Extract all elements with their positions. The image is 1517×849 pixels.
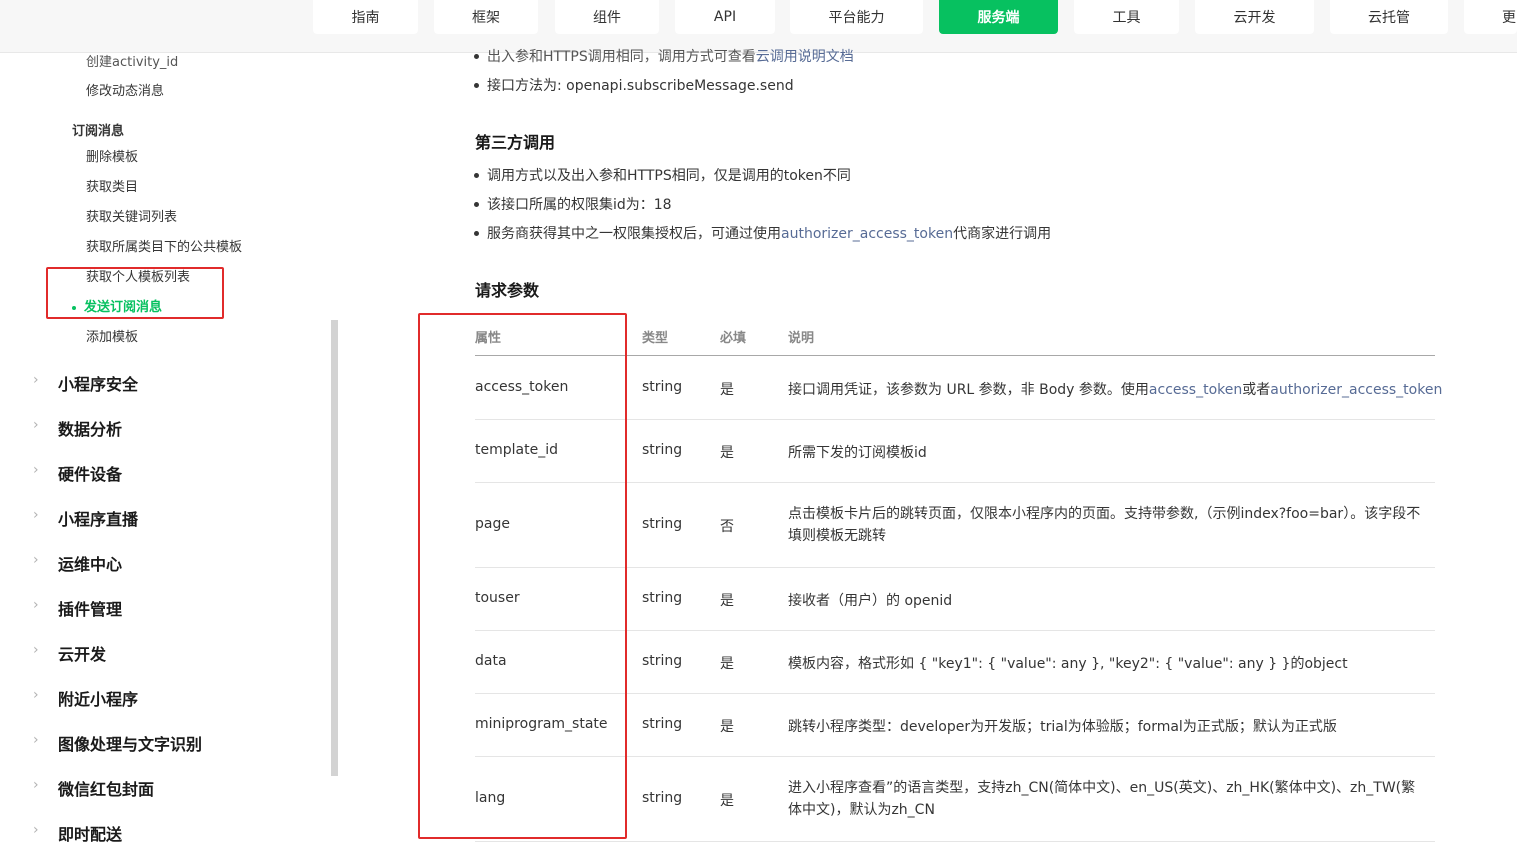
chevron-right-icon: › bbox=[33, 552, 39, 568]
bullet-text: 出入参和HTTPS调用相同，调用方式可查看 bbox=[487, 49, 756, 65]
highlight-box-attributes bbox=[418, 313, 627, 839]
authorizer-access-token-link[interactable]: authorizer_access_token bbox=[1270, 382, 1442, 398]
sidebar-item-add-template[interactable]: 添加模板 bbox=[86, 326, 138, 345]
sidebar-cat-cloud-dev[interactable]: 云开发 bbox=[58, 641, 106, 665]
param-required: 是 bbox=[720, 382, 734, 398]
sidebar-item-delete-template[interactable]: 删除模板 bbox=[86, 146, 138, 165]
param-type: string bbox=[642, 716, 683, 732]
authorizer-token-link[interactable]: authorizer_access_token bbox=[781, 226, 953, 242]
bullet-https-partial: 出入参和HTTPS调用相同，调用方式可查看云调用说明文档 bbox=[474, 46, 854, 66]
chevron-right-icon: › bbox=[33, 507, 39, 523]
sidebar-cat-plugins[interactable]: 插件管理 bbox=[58, 596, 122, 620]
param-required: 是 bbox=[720, 593, 734, 609]
chevron-right-icon: › bbox=[33, 732, 39, 748]
sidebar-cat-red-packet[interactable]: 微信红包封面 bbox=[58, 776, 154, 800]
desc-text: 或者 bbox=[1242, 382, 1271, 398]
nav-tab-cloud-dev[interactable]: 云开发 bbox=[1195, 0, 1314, 34]
param-desc: 模板内容，格式形如 { "key1": { "value": any }, "k… bbox=[788, 656, 1348, 672]
row-divider bbox=[475, 841, 1435, 842]
param-desc: 接口调用凭证，该参数为 URL 参数，非 Body 参数。使用access_to… bbox=[788, 379, 1442, 399]
sidebar-cat-nearby[interactable]: 附近小程序 bbox=[58, 686, 138, 710]
param-desc: 点击模板卡片后的跳转页面，仅限本小程序内的页面。支持带参数,（示例index?f… bbox=[788, 506, 1421, 544]
sidebar-scrollbar[interactable] bbox=[331, 320, 338, 776]
nav-tab-platform[interactable]: 平台能力 bbox=[790, 0, 923, 34]
bullet-text: 代商家进行调用 bbox=[953, 226, 1052, 242]
sidebar-cat-delivery[interactable]: 即时配送 bbox=[58, 821, 122, 845]
nav-tab-framework[interactable]: 框架 bbox=[434, 0, 538, 34]
col-header-required: 必填 bbox=[720, 331, 747, 346]
param-type: string bbox=[642, 442, 683, 458]
highlight-box-sidebar bbox=[46, 267, 224, 319]
param-type: string bbox=[642, 590, 683, 606]
sidebar: 创建activity_id 修改动态消息 订阅消息 删除模板 获取类目 获取关键… bbox=[0, 53, 330, 849]
bullet-third-party-1: 调用方式以及出入参和HTTPS相同，仅是调用的token不同 bbox=[474, 165, 851, 185]
chevron-right-icon: › bbox=[33, 822, 39, 838]
chevron-right-icon: › bbox=[33, 687, 39, 703]
sidebar-cat-image-ocr[interactable]: 图像处理与文字识别 bbox=[58, 731, 202, 755]
sidebar-cat-analytics[interactable]: 数据分析 bbox=[58, 416, 122, 440]
param-type: string bbox=[642, 516, 683, 532]
param-required: 是 bbox=[720, 445, 734, 461]
chevron-right-icon: › bbox=[33, 597, 39, 613]
cloud-doc-link[interactable]: 云调用说明文档 bbox=[756, 49, 854, 65]
bullet-text: 服务商获得其中之一权限集授权后，可通过使用 bbox=[487, 226, 781, 242]
chevron-right-icon: › bbox=[33, 642, 39, 658]
param-desc: 接收者（用户）的 openid bbox=[788, 593, 953, 609]
nav-tab-guide[interactable]: 指南 bbox=[313, 0, 418, 34]
sidebar-cat-hardware[interactable]: 硬件设备 bbox=[58, 461, 122, 485]
param-type: string bbox=[642, 653, 683, 669]
param-desc: 跳转小程序类型：developer为开发版；trial为体验版；formal为正… bbox=[788, 719, 1337, 735]
desc-text: 接口调用凭证，该参数为 URL 参数，非 Body 参数。使用 bbox=[788, 382, 1149, 398]
nav-tab-components[interactable]: 组件 bbox=[555, 0, 659, 34]
sidebar-cat-security[interactable]: 小程序安全 bbox=[58, 371, 138, 395]
sidebar-item-get-keywords[interactable]: 获取关键词列表 bbox=[86, 206, 177, 225]
param-required: 是 bbox=[720, 719, 734, 735]
col-header-type: 类型 bbox=[642, 331, 669, 346]
nav-tab-api[interactable]: API bbox=[675, 0, 775, 34]
nav-tab-more[interactable]: 更 bbox=[1464, 0, 1517, 34]
sidebar-cat-ops[interactable]: 运维中心 bbox=[58, 551, 122, 575]
third-party-heading: 第三方调用 bbox=[475, 133, 556, 152]
param-required: 否 bbox=[720, 519, 734, 535]
sidebar-item-create-activity-id[interactable]: 创建activity_id bbox=[86, 53, 178, 70]
chevron-right-icon: › bbox=[33, 777, 39, 793]
bullet-third-party-2: 该接口所属的权限集id为：18 bbox=[474, 194, 672, 214]
bullet-method: 接口方法为: openapi.subscribeMessage.send bbox=[474, 75, 794, 95]
sidebar-section-subscribe-message[interactable]: 订阅消息 bbox=[72, 120, 124, 139]
nav-tab-server[interactable]: 服务端 bbox=[939, 0, 1058, 34]
chevron-right-icon: › bbox=[33, 417, 39, 433]
request-params-heading: 请求参数 bbox=[475, 281, 540, 300]
sidebar-item-update-dynamic-message[interactable]: 修改动态消息 bbox=[86, 80, 164, 99]
col-header-description: 说明 bbox=[788, 331, 815, 346]
param-desc: 所需下发的订阅模板id bbox=[788, 445, 927, 461]
nav-tab-tools[interactable]: 工具 bbox=[1074, 0, 1179, 34]
access-token-link[interactable]: access_token bbox=[1149, 382, 1242, 398]
param-type: string bbox=[642, 790, 683, 806]
bullet-third-party-3: 服务商获得其中之一权限集授权后，可通过使用authorizer_access_t… bbox=[473, 223, 1052, 243]
param-desc: 进入小程序查看”的语言类型，支持zh_CN(简体中文)、en_US(英文)、zh… bbox=[788, 780, 1416, 818]
chevron-right-icon: › bbox=[33, 462, 39, 478]
nav-tab-cloud-hosting[interactable]: 云托管 bbox=[1330, 0, 1448, 34]
sidebar-item-get-public-templates[interactable]: 获取所属类目下的公共模板 bbox=[86, 236, 242, 255]
param-required: 是 bbox=[720, 793, 734, 809]
param-type: string bbox=[642, 379, 683, 395]
sidebar-item-get-category[interactable]: 获取类目 bbox=[86, 176, 138, 195]
sidebar-cat-live[interactable]: 小程序直播 bbox=[58, 506, 138, 530]
chevron-right-icon: › bbox=[33, 372, 39, 388]
param-required: 是 bbox=[720, 656, 734, 672]
